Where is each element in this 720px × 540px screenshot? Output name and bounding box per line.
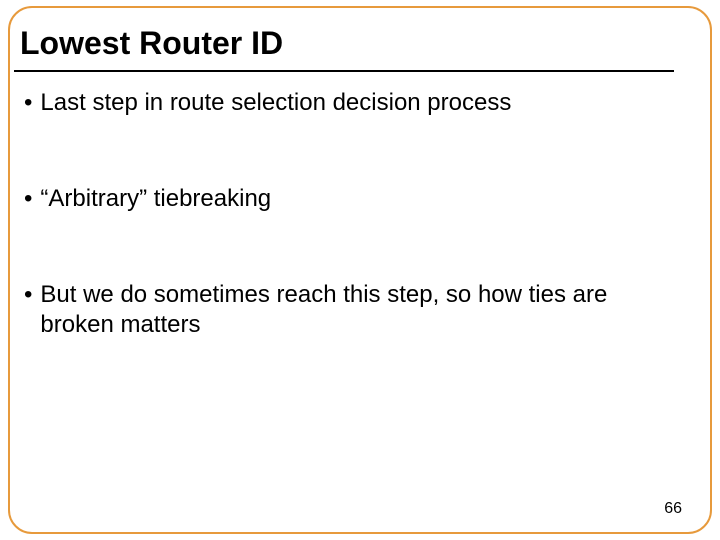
- bullet-item: • “Arbitrary” tiebreaking: [24, 184, 680, 214]
- bullet-dot-icon: •: [24, 184, 32, 214]
- bullet-text: But we do sometimes reach this step, so …: [40, 280, 680, 340]
- bullet-dot-icon: •: [24, 88, 32, 118]
- slide-body: • Last step in route selection decision …: [24, 88, 680, 340]
- bullet-item: • Last step in route selection decision …: [24, 88, 680, 118]
- slide-title: Lowest Router ID: [20, 24, 668, 62]
- bullet-text: “Arbitrary” tiebreaking: [40, 184, 271, 214]
- page-number: 66: [664, 500, 682, 518]
- slide: Lowest Router ID • Last step in route se…: [0, 0, 720, 540]
- bullet-dot-icon: •: [24, 280, 32, 310]
- title-container: Lowest Router ID: [14, 14, 674, 72]
- bullet-text: Last step in route selection decision pr…: [40, 88, 511, 118]
- bullet-item: • But we do sometimes reach this step, s…: [24, 280, 680, 340]
